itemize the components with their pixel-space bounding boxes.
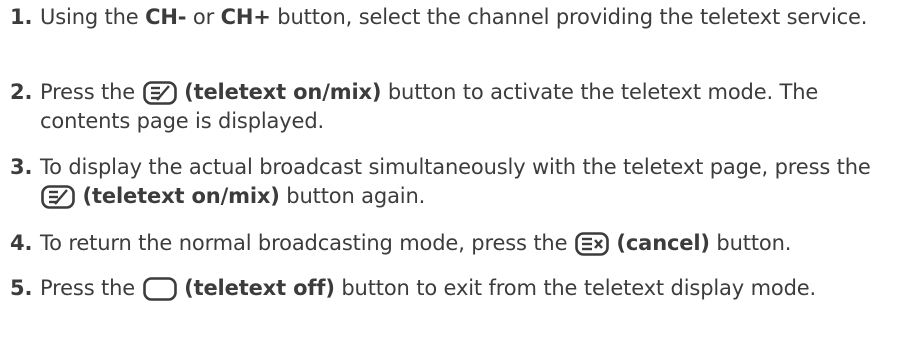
step-text-part: To return the normal broadcasting mode, … bbox=[40, 231, 574, 255]
step-text-part: or bbox=[186, 5, 221, 29]
step-3: 3. To display the actual broadcast simul… bbox=[0, 153, 895, 211]
teletext-on-mix-icon bbox=[142, 81, 177, 105]
ch-minus-label: CH- bbox=[145, 5, 187, 29]
step-number: 5. bbox=[10, 276, 33, 300]
ch-plus-label: CH+ bbox=[220, 5, 271, 29]
step-text: Using the CH- or CH+ button, select the … bbox=[40, 3, 895, 32]
teletext-on-mix-label: (teletext on/mix) bbox=[82, 184, 280, 208]
step-number: 2. bbox=[10, 80, 33, 104]
step-text-part: button again. bbox=[279, 184, 426, 208]
step-4: 4. To return the normal broadcasting mod… bbox=[0, 229, 895, 258]
step-text-part: Press the bbox=[40, 276, 142, 300]
step-text-part: Press the bbox=[40, 80, 142, 104]
step-number: 1. bbox=[10, 5, 33, 29]
step-text: To return the normal broadcasting mode, … bbox=[40, 229, 895, 258]
cancel-icon bbox=[575, 232, 609, 256]
teletext-on-mix-icon bbox=[41, 185, 75, 209]
step-text: To display the actual broadcast simultan… bbox=[40, 153, 895, 211]
teletext-off-label: (teletext off) bbox=[184, 276, 335, 300]
step-text-part: button, select the channel providing the… bbox=[270, 5, 868, 29]
step-text: Press the (teletext off) button to exit … bbox=[40, 274, 895, 303]
teletext-on-mix-label: (teletext on/mix) bbox=[184, 80, 382, 104]
step-text-part: To display the actual broadcast simultan… bbox=[40, 155, 871, 179]
cancel-label: (cancel) bbox=[616, 231, 710, 255]
step-text-part: button to exit from the teletext display… bbox=[334, 276, 817, 300]
step-2: 2. Press the (teletext on/mix) button to… bbox=[0, 78, 895, 136]
step-5: 5. Press the (teletext off) button to ex… bbox=[0, 274, 895, 303]
step-text: Press the (teletext on/mix) button to ac… bbox=[40, 78, 895, 136]
step-number: 4. bbox=[10, 231, 33, 255]
step-text-part: Using the bbox=[40, 5, 146, 29]
step-number: 3. bbox=[10, 155, 33, 179]
step-text-part: button. bbox=[709, 231, 792, 255]
teletext-off-icon bbox=[142, 277, 177, 301]
step-1: 1. Using the CH- or CH+ button, select t… bbox=[0, 3, 895, 32]
